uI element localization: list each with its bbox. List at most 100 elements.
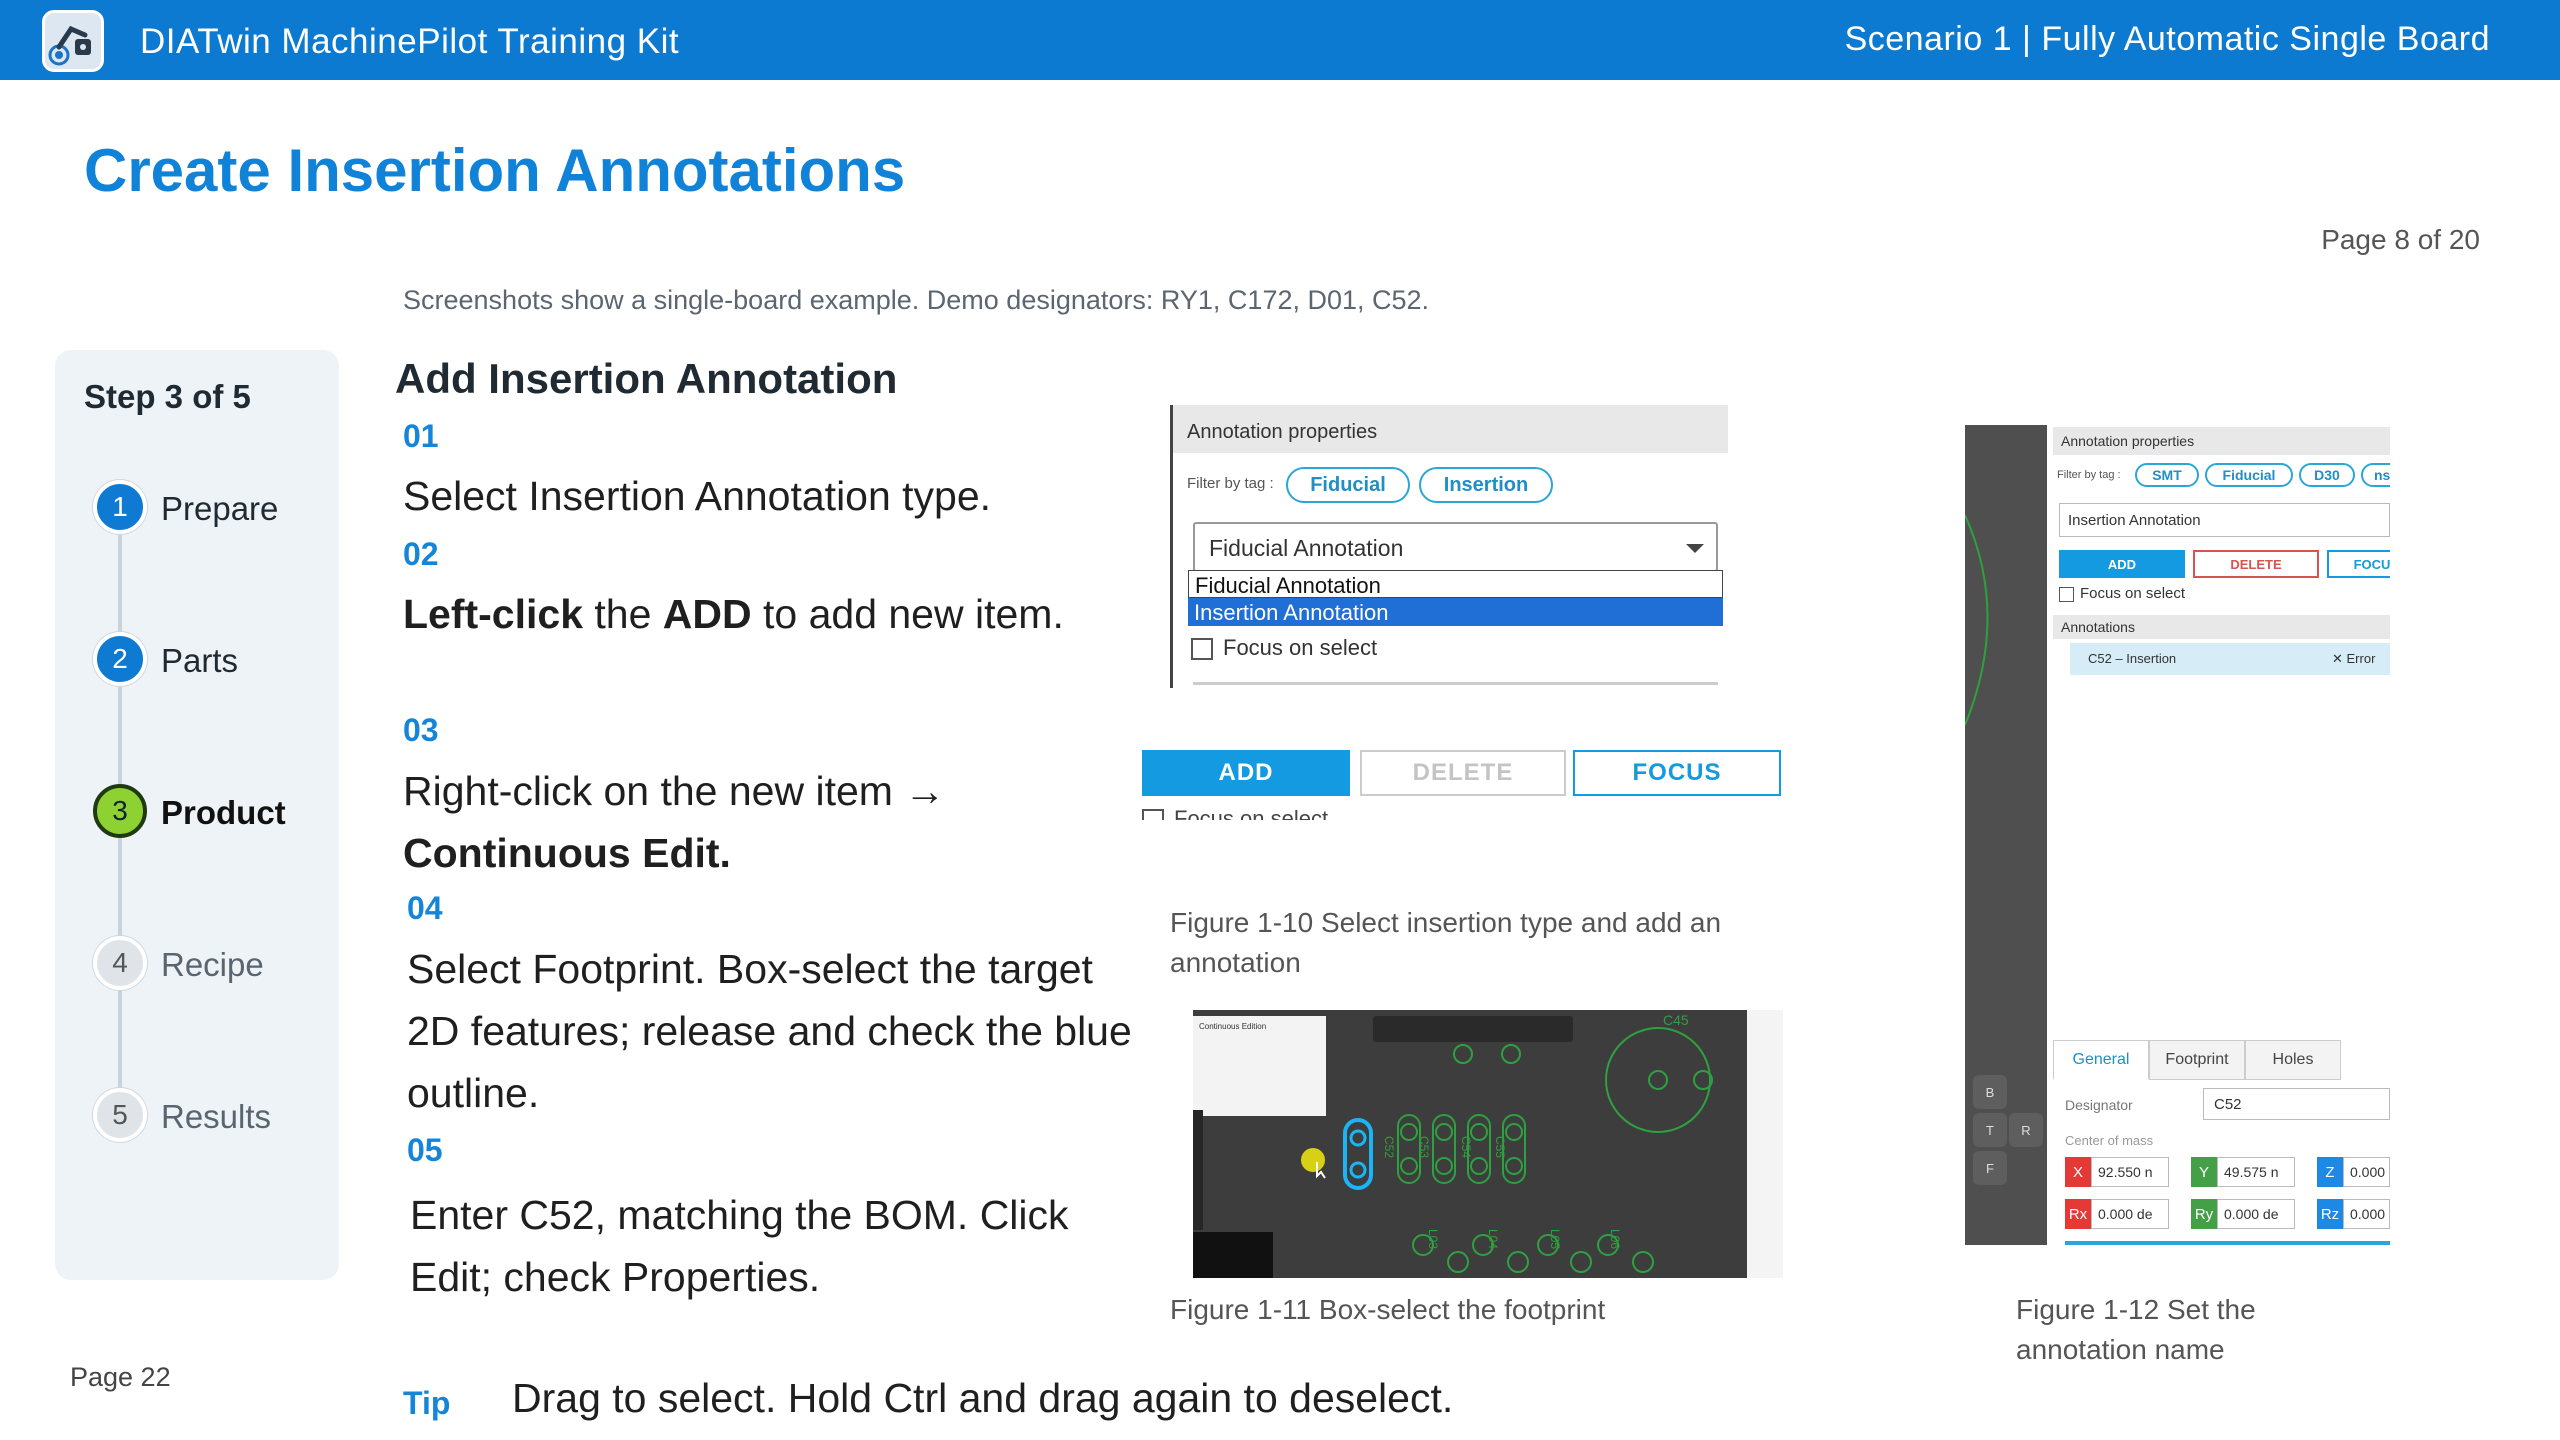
tab-footprint[interactable]: Footprint xyxy=(2149,1040,2245,1080)
checkbox-label: Focus on select xyxy=(2080,585,2186,602)
canvas-side-panel[interactable] xyxy=(1747,1010,1783,1278)
annotation-type-select[interactable]: Fiducial Annotation xyxy=(1193,522,1718,572)
filter-label: Filter by tag : xyxy=(1187,475,1274,492)
tag-chip-smt[interactable]: SMT xyxy=(2135,463,2199,487)
focus-button[interactable]: FOCU xyxy=(2327,550,2390,578)
step-item-prepare[interactable]: 1 Prepare xyxy=(93,480,333,536)
annotations-header: Annotations xyxy=(2053,615,2390,639)
instruction-text: Left-click the ADD to add new item. xyxy=(403,583,1064,645)
tag-chip-insertion[interactable]: nse xyxy=(2361,463,2390,487)
annotation-list-item[interactable]: C52 – Insertion ✕ Error xyxy=(2070,643,2390,675)
robot-arm-icon xyxy=(42,10,104,72)
designator-label: C52 xyxy=(1382,1135,1397,1159)
annotation-type-select[interactable]: Insertion Annotation xyxy=(2059,503,2390,537)
instruction-text: Continuous Edit. xyxy=(403,830,731,876)
view-right-button[interactable]: R xyxy=(2009,1113,2043,1147)
step-item-results[interactable]: 5 Results xyxy=(93,1088,333,1144)
focus-on-select-checkbox[interactable]: Focus on select xyxy=(2059,585,2185,602)
annotation-name: C52 – Insertion xyxy=(2088,651,2177,666)
step-item-product[interactable]: 3 Product xyxy=(93,784,333,840)
coord-y-field[interactable]: Y 49.575 n xyxy=(2191,1157,2295,1187)
annotation-status: ✕ Error xyxy=(2332,651,2376,666)
designator-label: L06 xyxy=(1608,1228,1623,1250)
checkbox-label: Focus on select xyxy=(1174,806,1329,820)
figure-caption: Figure 1-12 Set the annotation name xyxy=(2016,1290,2256,1370)
instruction-emphasis: ADD xyxy=(662,591,752,637)
delete-button[interactable]: DELETE xyxy=(1360,750,1566,796)
panel-header: Annotation properties xyxy=(1173,405,1728,453)
canvas-toolbar[interactable] xyxy=(1373,1016,1573,1042)
coord-z-field[interactable]: Z 0.000 xyxy=(2317,1157,2390,1187)
checkbox-icon xyxy=(1142,809,1164,820)
coord-key: Rx xyxy=(2065,1199,2091,1229)
instruction-number: 02 xyxy=(403,536,439,572)
coord-key: Ry xyxy=(2191,1199,2217,1229)
tag-chip-insertion[interactable]: Insertion xyxy=(1419,467,1553,503)
select-value: Fiducial Annotation xyxy=(1209,535,1404,561)
divider xyxy=(2065,1241,2390,1245)
canvas-tool-strip[interactable] xyxy=(1193,1110,1203,1230)
checkbox-icon xyxy=(2059,586,2074,602)
designator-label: L05 xyxy=(1548,1228,1563,1250)
designator-label: L03 xyxy=(1426,1228,1441,1250)
focus-on-select-partial: Focus on select xyxy=(1142,806,1328,820)
instruction-text: Select Insertion Annotation type. xyxy=(403,473,992,519)
continuous-edition-panel[interactable]: Continuous Edition xyxy=(1193,1016,1326,1116)
instruction-text-part: to add new item. xyxy=(751,591,1064,637)
view-bottom-button[interactable]: B xyxy=(1973,1075,2007,1109)
minimap[interactable] xyxy=(1193,1232,1273,1278)
step-number: 2 xyxy=(93,632,147,686)
coord-x-field[interactable]: X 92.550 n xyxy=(2065,1157,2169,1187)
coord-rz-field[interactable]: Rz 0.000 xyxy=(2317,1199,2390,1229)
coord-rx-field[interactable]: Rx 0.000 de xyxy=(2065,1199,2169,1229)
tag-chip-fiducial[interactable]: Fiducial xyxy=(1286,467,1410,503)
dropdown-option-insertion[interactable]: Insertion Annotation xyxy=(1188,598,1723,626)
focus-button[interactable]: FOCUS xyxy=(1573,750,1781,796)
delete-button[interactable]: DELETE xyxy=(2193,550,2319,578)
view-front-button[interactable]: F xyxy=(1973,1151,2007,1185)
tab-general[interactable]: General xyxy=(2053,1040,2149,1080)
focus-on-select-checkbox[interactable]: Focus on select xyxy=(1191,635,1377,661)
designator-label: C55 xyxy=(1493,1135,1508,1159)
checkbox-icon xyxy=(1191,638,1213,661)
caption-line: Figure 1-12 Set the xyxy=(2016,1294,2256,1325)
tab-holes[interactable]: Holes xyxy=(2245,1040,2341,1080)
view-top-button[interactable]: T xyxy=(1973,1113,2007,1147)
instruction-number: 05 xyxy=(407,1132,443,1168)
step-label: Prepare xyxy=(161,490,279,527)
step-number: 1 xyxy=(93,480,147,534)
coord-key: Y xyxy=(2191,1157,2217,1187)
add-button[interactable]: ADD xyxy=(2059,550,2185,578)
instruction-number: 01 xyxy=(403,418,439,454)
designator-label: C54 xyxy=(1459,1135,1474,1159)
tag-chip-d30[interactable]: D30 xyxy=(2299,463,2355,487)
coord-value: 0.000 xyxy=(2343,1157,2390,1187)
step-progress-panel: Step 3 of 5 1 Prepare 2 Parts 3 Product … xyxy=(55,350,339,1280)
figure-box-select-canvas: Continuous Edition C52 C53 C54 C55 C45 L… xyxy=(1193,1010,1783,1278)
instruction-text: Right-click on the new item → xyxy=(403,768,946,814)
step-label: Recipe xyxy=(161,946,264,983)
step-label: Product xyxy=(161,794,286,831)
center-of-mass-label: Center of mass xyxy=(2065,1133,2154,1148)
step-item-parts[interactable]: 2 Parts xyxy=(93,632,333,688)
designator-label: L04 xyxy=(1486,1228,1501,1250)
panel-header: Annotation properties xyxy=(2053,427,2390,455)
footer-page-number: Page 22 xyxy=(70,1362,171,1392)
add-button[interactable]: ADD xyxy=(1142,750,1350,796)
figure-annotation-name: B T R F Annotation properties Filter by … xyxy=(1965,405,2390,1245)
instruction-emphasis: Left-click xyxy=(403,591,583,637)
figure-caption: Figure 1-10 Select insertion type and ad… xyxy=(1170,903,1721,983)
step-item-recipe[interactable]: 4 Recipe xyxy=(93,936,333,992)
page-subtitle: Screenshots show a single-board example.… xyxy=(403,285,1430,315)
tip-label: Tip xyxy=(403,1385,451,1421)
figure-caption: Figure 1-11 Box-select the footprint xyxy=(1170,1294,1606,1325)
step-number: 4 xyxy=(93,936,147,990)
section-title: Add Insertion Annotation xyxy=(395,355,898,402)
dropdown-option-fiducial[interactable]: Fiducial Annotation xyxy=(1188,570,1723,598)
coord-ry-field[interactable]: Ry 0.000 de xyxy=(2191,1199,2295,1229)
designator-field[interactable]: C52 xyxy=(2203,1088,2390,1120)
tag-chip-fiducial[interactable]: Fiducial xyxy=(2205,463,2293,487)
caption-line: annotation xyxy=(1170,947,1301,978)
designator-label: Designator xyxy=(2065,1097,2133,1113)
divider xyxy=(1193,682,1718,685)
